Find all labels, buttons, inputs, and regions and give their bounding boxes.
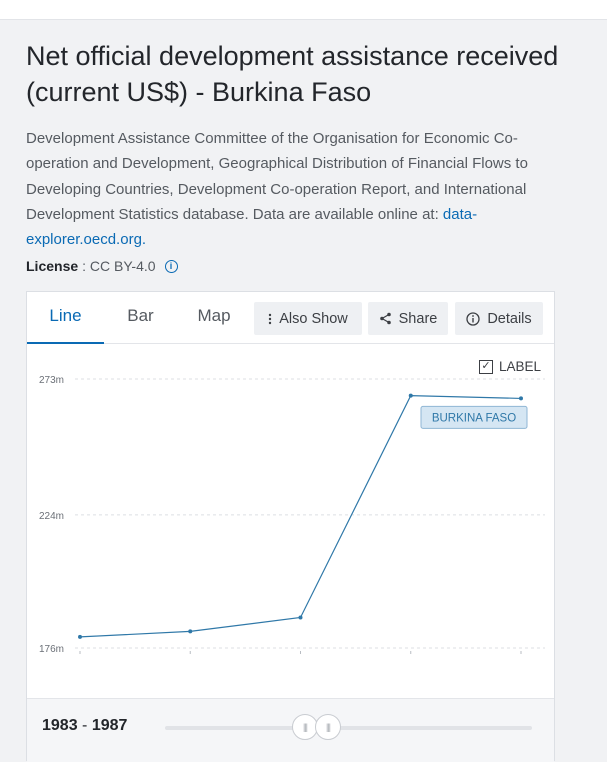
also-show-button[interactable]: Also Show (254, 302, 362, 335)
range-start: 1983 (42, 717, 78, 734)
more-vertical-icon (268, 313, 272, 325)
checkbox-checked-icon[interactable]: ✓ (479, 359, 493, 374)
chart-card: Line Bar Map Also Show Share Details ✓ L… (26, 291, 555, 762)
label-toggle-text: LABEL (499, 359, 542, 374)
range-footer: 1983 - 1987 ||| ||| (27, 698, 554, 762)
license-value: : CC BY-4.0 (82, 258, 156, 274)
data-point[interactable] (519, 396, 523, 401)
share-button[interactable]: Share (368, 302, 448, 335)
y-tick-label: 176m (39, 644, 64, 655)
details-button[interactable]: Details (455, 302, 543, 335)
chart-tabs: Line Bar Map Also Show Share Details (27, 292, 554, 344)
series-label: BURKINA FASO (420, 405, 528, 429)
range-separator: - (77, 717, 92, 734)
info-icon[interactable]: i (164, 259, 178, 273)
label-toggle[interactable]: ✓ LABEL (479, 359, 541, 374)
range-slider-end-handle[interactable]: ||| (315, 714, 341, 740)
data-point[interactable] (298, 615, 303, 620)
data-point[interactable] (408, 393, 413, 398)
series-label-text: BURKINA FASO (432, 412, 516, 424)
y-tick-label: 273m (39, 375, 64, 386)
info-circle-icon (466, 311, 480, 326)
top-bar (0, 0, 607, 20)
share-icon (379, 312, 392, 325)
tab-map[interactable]: Map (177, 292, 251, 344)
chart-area: ✓ LABEL 176m 224m 273m BURKINA FASO (27, 345, 554, 695)
tab-bar[interactable]: Bar (104, 292, 177, 344)
data-point[interactable] (78, 634, 82, 639)
range-slider-track[interactable] (165, 726, 532, 730)
tab-line[interactable]: Line (27, 292, 104, 344)
y-tick-label: 224m (39, 511, 64, 522)
x-axis-ticks (79, 651, 522, 654)
year-range: 1983 - 1987 (42, 717, 127, 735)
range-end: 1987 (91, 717, 128, 734)
details-label: Details (487, 310, 532, 327)
source-description: Development Assistance Committee of the … (26, 126, 566, 252)
page-title: Net official development assistance rece… (26, 41, 559, 107)
license-label: License (26, 258, 79, 274)
share-label: Share (398, 310, 438, 327)
also-show-label: Also Show (279, 310, 348, 327)
license: License : CC BY-4.0 i (26, 256, 178, 276)
series-points (78, 393, 523, 639)
series-line (79, 395, 522, 638)
y-axis-ticks: 176m 224m 273m (39, 375, 64, 655)
data-point[interactable] (188, 629, 193, 634)
line-chart: 176m 224m 273m BURKINA FASO (39, 375, 545, 655)
